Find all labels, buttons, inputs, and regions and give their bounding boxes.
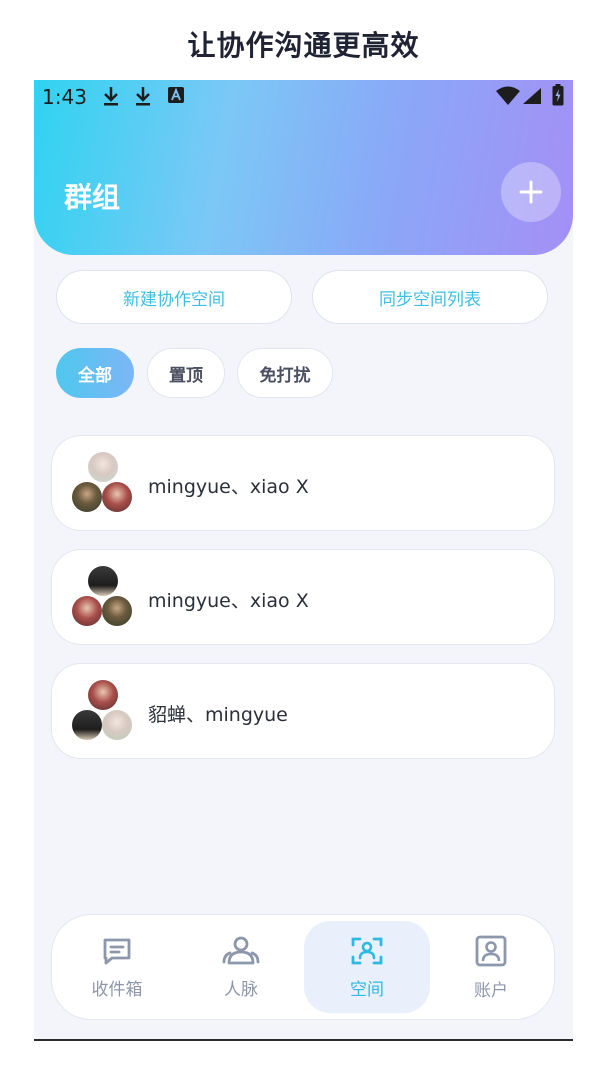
avatar	[72, 710, 102, 740]
nav-space[interactable]: 空间	[304, 921, 430, 1013]
sync-spaces-button[interactable]: 同步空间列表	[312, 270, 548, 324]
status-time: 1:43	[42, 85, 87, 109]
download-icon	[100, 84, 122, 112]
nav-label: 账户	[474, 980, 508, 1001]
space-scan-icon	[351, 937, 383, 964]
nav-inbox[interactable]: 收件箱	[54, 921, 180, 1013]
promo-title: 让协作沟通更高效	[187, 29, 420, 62]
plus-icon	[519, 180, 543, 204]
avatar	[102, 482, 132, 512]
add-group-button[interactable]	[501, 162, 561, 222]
people-icon	[222, 936, 260, 964]
group-name: mingyue、xiao X	[148, 590, 309, 612]
nav-label: 收件箱	[91, 979, 143, 1000]
phone-screen: 1:43 群组 新建协作空间 同步空间列表 全部 置顶 免打扰 mingyue、…	[34, 80, 573, 1040]
page-title: 群组	[64, 181, 121, 214]
group-item[interactable]: mingyue、xiao X	[51, 435, 555, 531]
header: 1:43 群组	[34, 80, 573, 255]
group-item[interactable]: 貂蝉、mingyue	[51, 663, 555, 759]
avatar	[88, 566, 118, 596]
message-icon	[103, 938, 131, 964]
nav-account[interactable]: 账户	[428, 921, 554, 1013]
new-space-button[interactable]: 新建协作空间	[56, 270, 292, 324]
filter-chip-pinned[interactable]: 置顶	[147, 348, 225, 398]
avatar	[88, 680, 118, 710]
nav-contacts[interactable]: 人脉	[178, 921, 304, 1013]
avatar	[102, 596, 132, 626]
group-name: mingyue、xiao X	[148, 476, 309, 498]
cellular-signal-icon	[522, 87, 542, 109]
avatar	[102, 710, 132, 740]
download-icon	[132, 84, 154, 112]
divider	[34, 1039, 573, 1041]
filter-chip-mute[interactable]: 免打扰	[237, 348, 333, 398]
battery-icon	[552, 84, 564, 110]
group-item[interactable]: mingyue、xiao X	[51, 549, 555, 645]
avatar	[72, 482, 102, 512]
filter-chip-all[interactable]: 全部	[56, 348, 134, 398]
status-bar: 1:43	[34, 80, 573, 114]
wifi-icon	[495, 86, 521, 110]
avatar	[88, 452, 118, 482]
group-name: 貂蝉、mingyue	[148, 704, 288, 726]
bottom-nav: 收件箱 人脉 空间 账户	[51, 914, 555, 1020]
app-notification-icon	[167, 86, 185, 108]
account-icon	[475, 935, 507, 966]
nav-label: 人脉	[224, 979, 258, 1000]
avatar	[72, 596, 102, 626]
nav-label: 空间	[350, 979, 384, 1000]
